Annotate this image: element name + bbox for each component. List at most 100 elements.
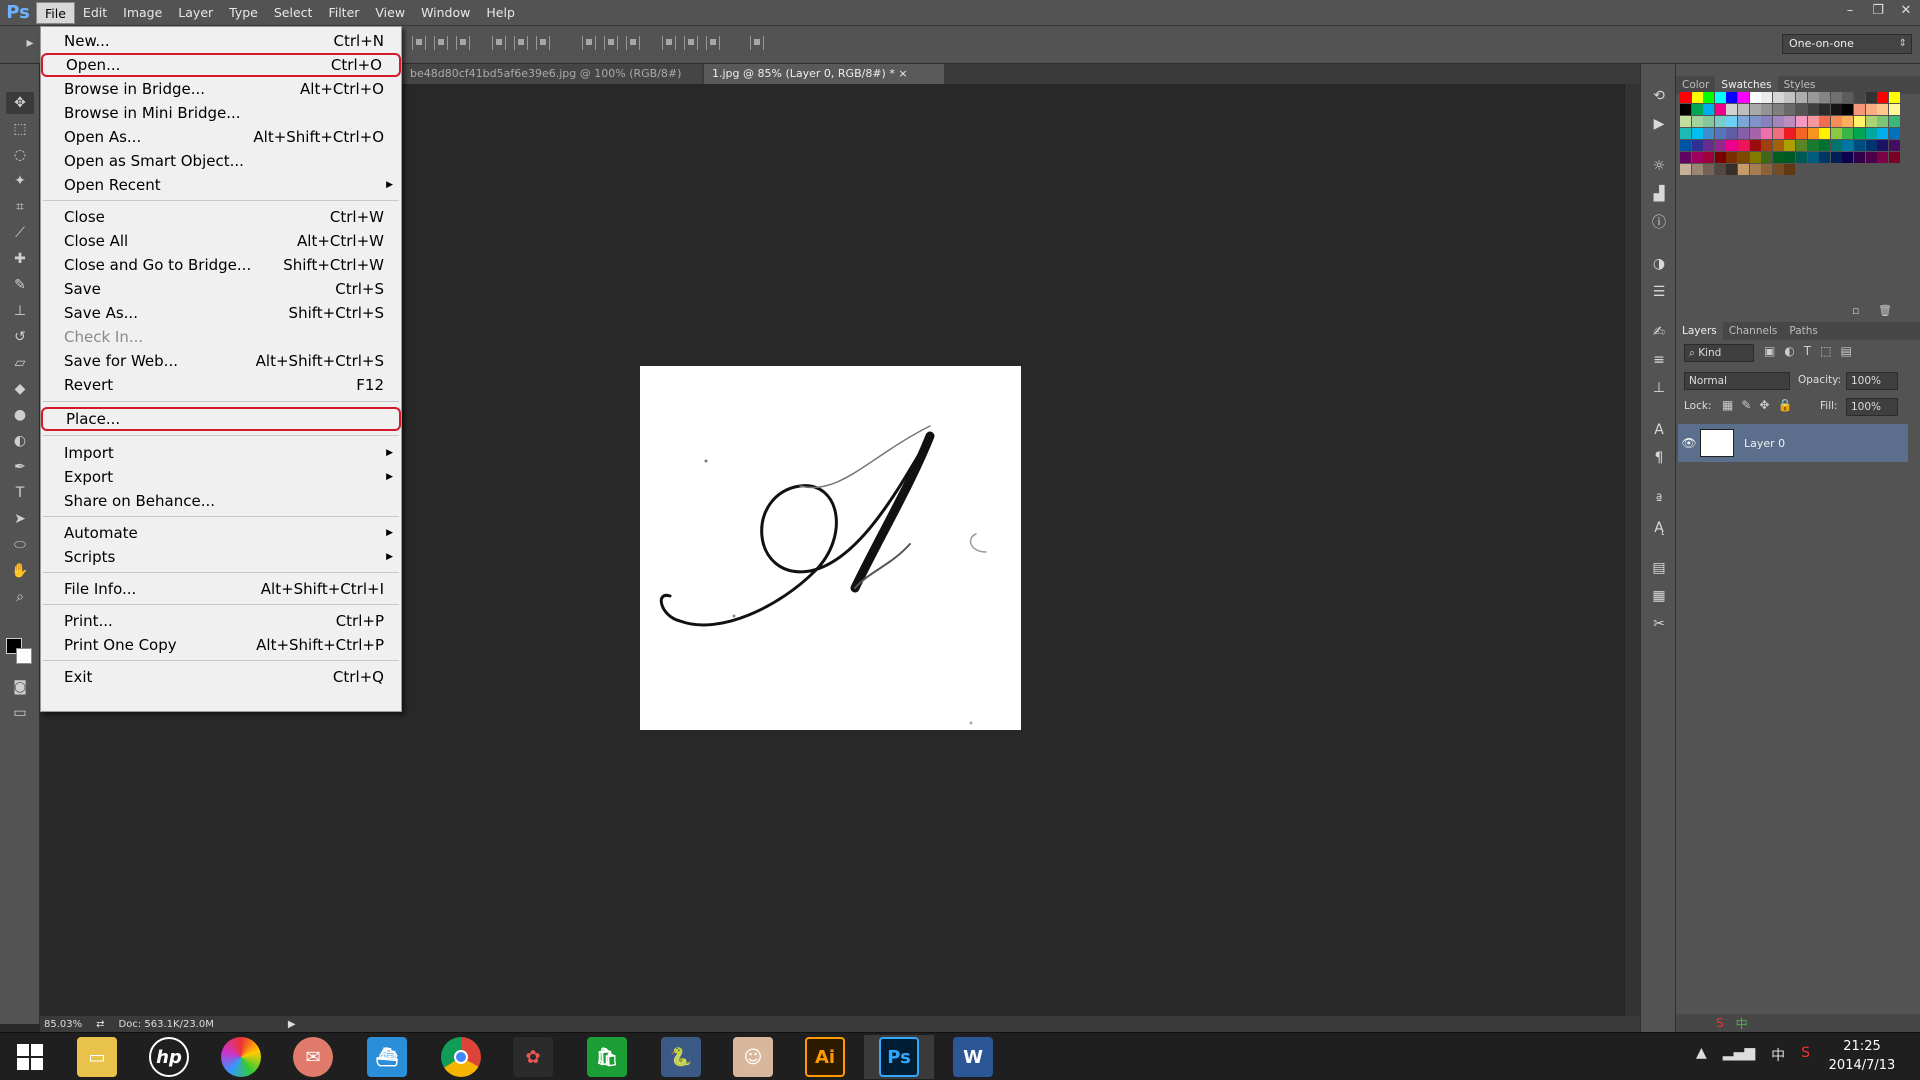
color-swatch[interactable] — [1714, 104, 1726, 115]
color-swatch[interactable] — [1761, 152, 1773, 163]
color-swatch[interactable] — [1888, 92, 1900, 103]
color-swatch[interactable] — [1784, 140, 1796, 151]
color-swatch[interactable] — [1703, 92, 1715, 103]
magic-wand-tool-icon[interactable]: ✦ — [6, 170, 34, 192]
ime-toolbar[interactable]: S 中 — [1676, 1014, 1920, 1032]
screen-mode-icon[interactable]: ▭ — [6, 702, 34, 724]
swatches-grid[interactable] — [1680, 92, 1902, 182]
align-vcenter-icon[interactable] — [434, 36, 448, 50]
color-swatch[interactable] — [1761, 104, 1773, 115]
opacity-input[interactable]: 100% — [1846, 372, 1898, 390]
distribute-hcenter-icon[interactable] — [684, 36, 698, 50]
tool-presets-panel-icon[interactable]: ✂ — [1649, 614, 1669, 634]
restore-button[interactable]: ❐ — [1864, 0, 1892, 20]
color-swatch[interactable] — [1807, 140, 1819, 151]
color-swatch[interactable] — [1865, 92, 1877, 103]
color-swatch[interactable] — [1772, 164, 1784, 175]
color-swatch[interactable] — [1714, 164, 1726, 175]
color-swatch[interactable] — [1772, 152, 1784, 163]
menu-item-new[interactable]: New... Ctrl+N — [41, 29, 401, 53]
new-swatch-icon[interactable]: ▫ — [1852, 304, 1859, 317]
color-swatch[interactable] — [1842, 140, 1854, 151]
menu-item-export[interactable]: Export ▶ — [41, 465, 401, 489]
tab-document-2[interactable]: 1.jpg @ 85% (Layer 0, RGB/8#) * × — [704, 64, 944, 84]
color-swatch[interactable] — [1726, 116, 1738, 127]
color-swatch[interactable] — [1830, 152, 1842, 163]
clock[interactable]: 21:25 2014/7/13 — [1822, 1037, 1902, 1075]
color-swatch[interactable] — [1772, 116, 1784, 127]
menu-item-open-as-smart-object[interactable]: Open as Smart Object... — [41, 149, 401, 173]
color-swatch[interactable] — [1854, 92, 1865, 103]
lock-icons[interactable]: ▦✎✥🔒 — [1722, 398, 1800, 412]
color-swatch[interactable] — [1819, 128, 1831, 139]
color-swatch[interactable] — [1761, 116, 1773, 127]
color-swatch[interactable] — [1842, 152, 1854, 163]
color-swatch[interactable] — [1761, 164, 1773, 175]
zoom-tool-icon[interactable]: ⌕ — [6, 586, 34, 608]
brush-tool-icon[interactable]: ✎ — [6, 274, 34, 296]
taskbar-photo-viewer[interactable]: ☺ — [718, 1035, 788, 1079]
tab-close-icon[interactable]: × — [898, 67, 907, 80]
menu-select[interactable]: Select — [266, 2, 321, 24]
color-swatch[interactable] — [1877, 140, 1889, 151]
tab-layers[interactable]: Layers — [1676, 322, 1723, 340]
color-swatch[interactable] — [1865, 116, 1877, 127]
color-swatch[interactable] — [1726, 104, 1738, 115]
color-swatch[interactable] — [1749, 116, 1761, 127]
color-swatch[interactable] — [1714, 128, 1726, 139]
color-swatch[interactable] — [1691, 140, 1703, 151]
menu-item-browse-in-bridge[interactable]: Browse in Bridge... Alt+Ctrl+O — [41, 77, 401, 101]
pen-tool-icon[interactable]: ✒ — [6, 456, 34, 478]
ime-indicator[interactable]: 中 — [1771, 1045, 1785, 1065]
distribute-right-icon[interactable] — [706, 36, 720, 50]
color-swatch[interactable] — [1807, 152, 1819, 163]
distribute-bottom-icon[interactable] — [626, 36, 640, 50]
color-swatch[interactable] — [1726, 92, 1738, 103]
color-swatch[interactable] — [1680, 140, 1691, 151]
properties-panel-icon[interactable]: ☰ — [1649, 282, 1669, 302]
color-swatch[interactable] — [1714, 92, 1726, 103]
menu-image[interactable]: Image — [115, 2, 170, 24]
align-top-icon[interactable] — [412, 36, 426, 50]
color-swatch[interactable] — [1854, 140, 1865, 151]
color-swatch[interactable] — [1761, 140, 1773, 151]
menu-item-open-as[interactable]: Open As... Alt+Shift+Ctrl+O — [41, 125, 401, 149]
ime-lang-label[interactable]: 中 — [1736, 1015, 1748, 1032]
close-button[interactable]: ✕ — [1892, 0, 1920, 20]
align-right-icon[interactable] — [536, 36, 550, 50]
color-swatch[interactable] — [1830, 104, 1842, 115]
color-swatch[interactable] — [1680, 116, 1691, 127]
color-swatch[interactable] — [1714, 140, 1726, 151]
vertical-scrollbar[interactable] — [1624, 84, 1640, 1018]
color-swatch[interactable] — [1796, 128, 1807, 139]
taskbar-chrome[interactable] — [426, 1035, 496, 1079]
color-swatch[interactable] — [1807, 128, 1819, 139]
blur-tool-icon[interactable]: ● — [6, 404, 34, 426]
color-swatch[interactable] — [1865, 104, 1877, 115]
color-swatch[interactable] — [1830, 128, 1842, 139]
adjustments-panel-icon[interactable]: ☼ — [1649, 156, 1669, 176]
blend-mode-dropdown[interactable]: Normal — [1684, 372, 1790, 390]
color-swatch[interactable] — [1738, 128, 1749, 139]
share-icon[interactable]: ⇄ — [96, 1019, 104, 1030]
color-swatch[interactable] — [1691, 104, 1703, 115]
color-swatch[interactable] — [1865, 140, 1877, 151]
type-tool-icon[interactable]: T — [6, 482, 34, 504]
taskbar-word[interactable]: W — [938, 1035, 1008, 1079]
color-swatch[interactable] — [1691, 152, 1703, 163]
start-button[interactable] — [0, 1035, 60, 1079]
color-swatch[interactable] — [1796, 116, 1807, 127]
color-swatch[interactable] — [1830, 92, 1842, 103]
distribute-left-icon[interactable] — [662, 36, 676, 50]
color-swatch[interactable] — [1680, 152, 1691, 163]
menu-item-close-and-go-to-bridge[interactable]: Close and Go to Bridge... Shift+Ctrl+W — [41, 253, 401, 277]
color-swatch[interactable] — [1726, 164, 1738, 175]
color-swatch[interactable] — [1807, 104, 1819, 115]
color-swatch[interactable] — [1738, 104, 1749, 115]
color-swatch[interactable] — [1738, 164, 1749, 175]
color-swatch[interactable] — [1738, 152, 1749, 163]
color-swatch[interactable] — [1854, 128, 1865, 139]
menu-item-browse-in-mini-bridge[interactable]: Browse in Mini Bridge... — [41, 101, 401, 125]
color-swatch[interactable] — [1842, 116, 1854, 127]
character-styles-panel-icon[interactable]: ª — [1649, 490, 1669, 510]
